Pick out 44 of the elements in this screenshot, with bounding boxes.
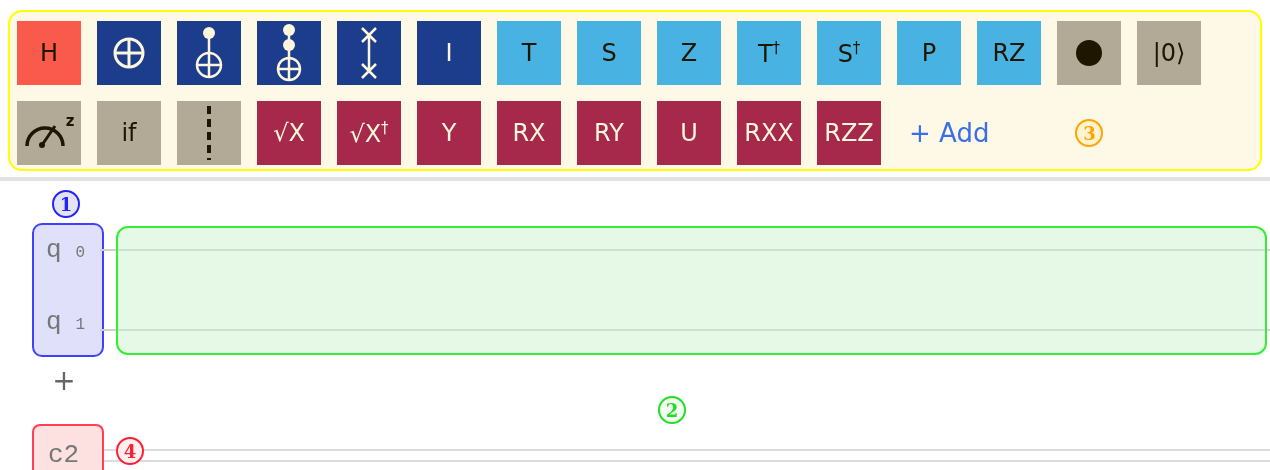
gate-button[interactable]: √X$^{†}$ <box>337 101 401 165</box>
gate-button[interactable] <box>177 101 241 165</box>
gate-button[interactable]: √X <box>257 101 321 165</box>
gate-button[interactable]: RX <box>497 101 561 165</box>
gate-button[interactable]: T$^{†}$ <box>737 21 801 85</box>
add-gate-link[interactable]: + Add <box>905 118 994 148</box>
gate-button[interactable] <box>1057 21 1121 85</box>
control-dot-icon <box>1074 38 1104 68</box>
qubit-name: q <box>46 235 62 265</box>
gate-button[interactable]: if <box>97 101 161 165</box>
gate-button[interactable]: S <box>577 21 641 85</box>
toffoli-icon <box>274 24 304 82</box>
number-marker: 1 <box>52 190 80 218</box>
add-qubit-button[interactable]: + <box>52 366 76 396</box>
controlled-not-icon <box>194 26 224 80</box>
qubit-name: q <box>46 307 62 337</box>
gate-button[interactable] <box>337 21 401 85</box>
gate-button[interactable]: RZ <box>977 21 1041 85</box>
gate-button[interactable] <box>97 21 161 85</box>
classical-register[interactable]: c2 <box>32 424 104 470</box>
gate-button[interactable]: H <box>17 21 81 85</box>
qubit-index: 1 <box>75 316 86 334</box>
qubit-register[interactable]: q 0 q 1 <box>32 223 104 357</box>
gate-button[interactable]: Y <box>417 101 481 165</box>
gate-button[interactable]: P <box>897 21 961 85</box>
number-marker: 2 <box>658 396 686 424</box>
gate-button[interactable]: RZZ <box>817 101 881 165</box>
barrier-icon <box>206 106 212 160</box>
target-icon <box>112 36 146 70</box>
qubit-index: 0 <box>75 244 86 262</box>
gate-button[interactable]: I <box>417 21 481 85</box>
gate-button[interactable]: T <box>497 21 561 85</box>
gate-button[interactable]: RXX <box>737 101 801 165</box>
gate-button[interactable]: Z <box>657 21 721 85</box>
gate-button[interactable] <box>257 21 321 85</box>
gate-button[interactable]: S$^{†}$ <box>817 21 881 85</box>
gate-button[interactable]: RY <box>577 101 641 165</box>
gate-button[interactable]: |0⟩ <box>1137 21 1201 85</box>
gate-button[interactable] <box>177 21 241 85</box>
number-marker: 3 <box>1075 119 1104 147</box>
gate-button[interactable]: U <box>657 101 721 165</box>
swap-icon <box>359 25 379 81</box>
number-marker: 4 <box>116 437 144 465</box>
gate-button[interactable]: z <box>17 101 81 165</box>
